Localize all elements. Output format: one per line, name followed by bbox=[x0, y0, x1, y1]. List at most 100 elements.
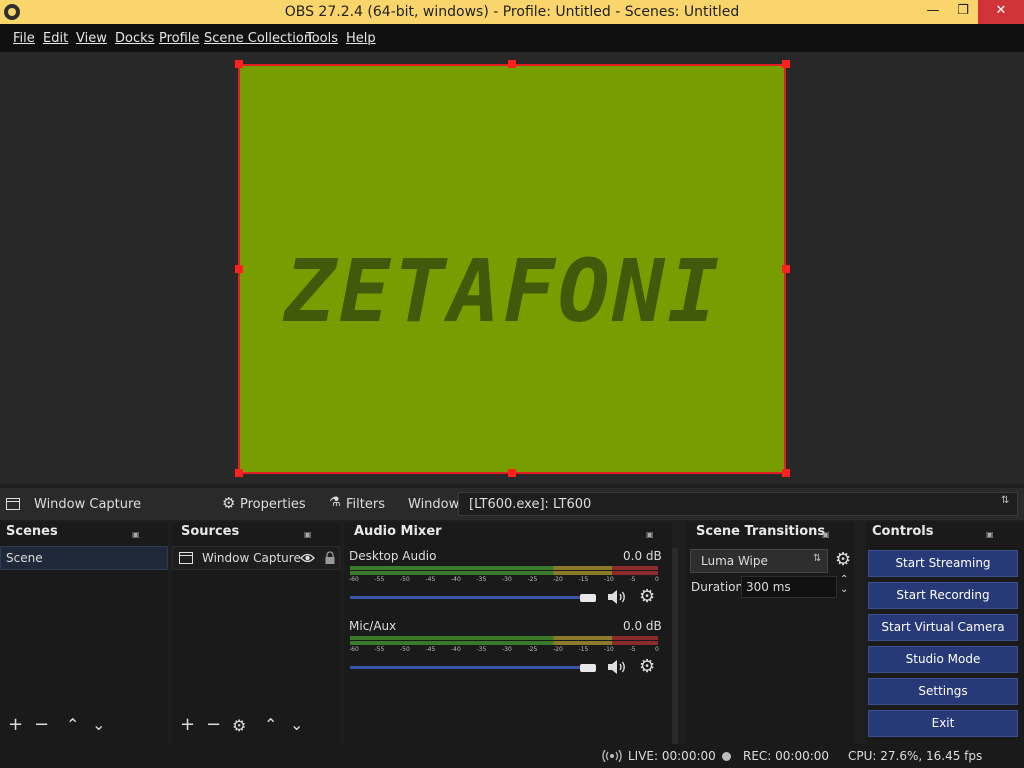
meter-tick-label: -40 bbox=[451, 576, 461, 583]
remove-scene-button[interactable]: − bbox=[34, 714, 49, 735]
start-streaming-button[interactable]: Start Streaming bbox=[868, 550, 1018, 577]
menu-view[interactable]: View bbox=[76, 31, 107, 46]
resize-handle-right[interactable] bbox=[782, 265, 790, 273]
meter-tick-label: -20 bbox=[553, 576, 563, 583]
meter-tick-label: -45 bbox=[425, 646, 436, 653]
meter-tick-label: -45 bbox=[425, 576, 436, 583]
resize-handle-top-left[interactable] bbox=[235, 60, 243, 68]
meter-tick-label: -15 bbox=[578, 646, 589, 653]
meter-tick-label: -30 bbox=[502, 646, 512, 653]
source-item[interactable]: Window Capture bbox=[172, 546, 340, 570]
dock-float-icon[interactable]: ▣ bbox=[822, 530, 830, 539]
resize-handle-bottom-right[interactable] bbox=[782, 469, 790, 477]
properties-button[interactable]: Properties bbox=[240, 497, 306, 512]
meter-tick-label: -35 bbox=[476, 576, 487, 583]
scenes-dock: Scenes ▣ Scene bbox=[0, 522, 168, 744]
move-scene-down-button[interactable]: ⌄ bbox=[92, 715, 105, 734]
remove-source-button[interactable]: − bbox=[206, 714, 221, 735]
studio-mode-button[interactable]: Studio Mode bbox=[868, 646, 1018, 673]
controls-title: Controls bbox=[872, 524, 934, 539]
mic-aux-settings-gear-icon[interactable]: ⚙ bbox=[639, 656, 655, 677]
captured-window-text: ZETAFONI bbox=[284, 242, 723, 342]
resize-handle-top-right[interactable] bbox=[782, 60, 790, 68]
restore-button[interactable]: ❐ bbox=[946, 0, 980, 24]
menu-edit[interactable]: Edit bbox=[43, 31, 68, 46]
meter-tick-label: 0 bbox=[655, 646, 659, 653]
menu-file[interactable]: File bbox=[13, 31, 35, 46]
resize-handle-bottom[interactable] bbox=[508, 469, 516, 477]
menu-tools[interactable]: Tools bbox=[306, 31, 338, 46]
source-item-label: Window Capture bbox=[202, 551, 301, 565]
meter-tick-label: -55 bbox=[374, 646, 385, 653]
resize-handle-left[interactable] bbox=[235, 265, 243, 273]
preview-area[interactable]: ZETAFONI bbox=[0, 52, 1024, 484]
minimize-button[interactable]: — bbox=[916, 0, 950, 24]
mic-aux-volume-slider[interactable] bbox=[350, 666, 590, 669]
dock-float-icon[interactable]: ▣ bbox=[646, 530, 654, 539]
record-dot-icon bbox=[722, 752, 731, 761]
dock-float-icon[interactable]: ▣ bbox=[132, 530, 140, 539]
add-source-button[interactable]: + bbox=[180, 714, 195, 735]
preview-canvas[interactable]: ZETAFONI bbox=[238, 64, 786, 474]
eye-icon[interactable] bbox=[300, 553, 315, 563]
lock-icon[interactable] bbox=[324, 551, 336, 565]
dock-float-icon[interactable]: ▣ bbox=[304, 530, 312, 539]
menu-profile[interactable]: Profile bbox=[159, 31, 199, 46]
move-source-up-button[interactable]: ⌃ bbox=[264, 715, 277, 734]
broadcast-icon bbox=[602, 750, 622, 762]
speaker-icon[interactable] bbox=[607, 659, 627, 675]
window-title-bar: OBS 27.2.4 (64-bit, windows) - Profile: … bbox=[0, 0, 1024, 24]
desktop-audio-volume-slider[interactable] bbox=[350, 596, 590, 599]
transition-settings-gear-icon[interactable]: ⚙ bbox=[835, 549, 851, 570]
settings-button[interactable]: Settings bbox=[868, 678, 1018, 705]
start-recording-button[interactable]: Start Recording bbox=[868, 582, 1018, 609]
filters-icon[interactable]: ⚗ bbox=[329, 495, 341, 510]
add-scene-button[interactable]: + bbox=[8, 714, 23, 735]
duration-value: 300 ms bbox=[746, 580, 791, 594]
exit-button[interactable]: Exit bbox=[868, 710, 1018, 737]
scene-item-label: Scene bbox=[6, 551, 43, 565]
meter-tick-label: -30 bbox=[502, 576, 512, 583]
mixer-scrollbar[interactable] bbox=[672, 548, 678, 744]
desktop-audio-db: 0.0 dB bbox=[623, 549, 662, 563]
updown-arrows-icon: ⇅ bbox=[1001, 495, 1010, 506]
window-label: Window bbox=[408, 497, 460, 512]
filters-button[interactable]: Filters bbox=[346, 497, 385, 512]
duration-spinbox[interactable]: 300 ms bbox=[741, 576, 837, 598]
source-properties-gear-icon[interactable]: ⚙ bbox=[232, 716, 246, 735]
meter-tick-label: 0 bbox=[655, 576, 659, 583]
duration-down-icon[interactable]: ⌄ bbox=[840, 584, 848, 595]
window-select[interactable]: [LT600.exe]: LT600 ⇅ bbox=[458, 492, 1018, 516]
desktop-audio-settings-gear-icon[interactable]: ⚙ bbox=[639, 586, 655, 607]
meter-tick-label: -50 bbox=[400, 646, 410, 653]
close-button[interactable]: ✕ bbox=[978, 0, 1024, 24]
mic-aux-meter bbox=[350, 636, 658, 640]
desktop-audio-label: Desktop Audio bbox=[349, 549, 437, 563]
resize-handle-top[interactable] bbox=[508, 60, 516, 68]
duration-label: Duration bbox=[691, 580, 744, 594]
mic-aux-volume-knob[interactable] bbox=[580, 664, 596, 672]
meter-tick-label: -40 bbox=[451, 646, 461, 653]
dock-float-icon[interactable]: ▣ bbox=[986, 530, 994, 539]
move-source-down-button[interactable]: ⌄ bbox=[290, 715, 303, 734]
gear-icon[interactable]: ⚙ bbox=[222, 494, 235, 512]
menu-docks[interactable]: Docks bbox=[115, 31, 154, 46]
transition-select[interactable]: Luma Wipe ⇅ bbox=[690, 549, 828, 573]
scene-transitions-title: Scene Transitions bbox=[696, 524, 826, 539]
rec-status: REC: 00:00:00 bbox=[743, 749, 830, 763]
desktop-audio-volume-knob[interactable] bbox=[580, 594, 596, 602]
window-select-value: [LT600.exe]: LT600 bbox=[469, 497, 592, 512]
move-scene-up-button[interactable]: ⌃ bbox=[66, 715, 79, 734]
scenes-title: Scenes bbox=[6, 524, 58, 539]
meter-tick-label: -35 bbox=[476, 646, 487, 653]
menu-bar: File Edit View Docks Profile Scene Colle… bbox=[0, 24, 1024, 52]
sources-dock: Sources ▣ Window Capture bbox=[172, 522, 340, 744]
start-virtual-camera-button[interactable]: Start Virtual Camera bbox=[868, 614, 1018, 641]
desktop-audio-meter bbox=[350, 566, 658, 570]
resize-handle-bottom-left[interactable] bbox=[235, 469, 243, 477]
menu-scene-collection[interactable]: Scene Collection bbox=[204, 31, 312, 46]
meter-tick-label: -20 bbox=[553, 646, 563, 653]
menu-help[interactable]: Help bbox=[346, 31, 376, 46]
speaker-icon[interactable] bbox=[607, 589, 627, 605]
scene-item[interactable]: Scene bbox=[0, 546, 168, 570]
